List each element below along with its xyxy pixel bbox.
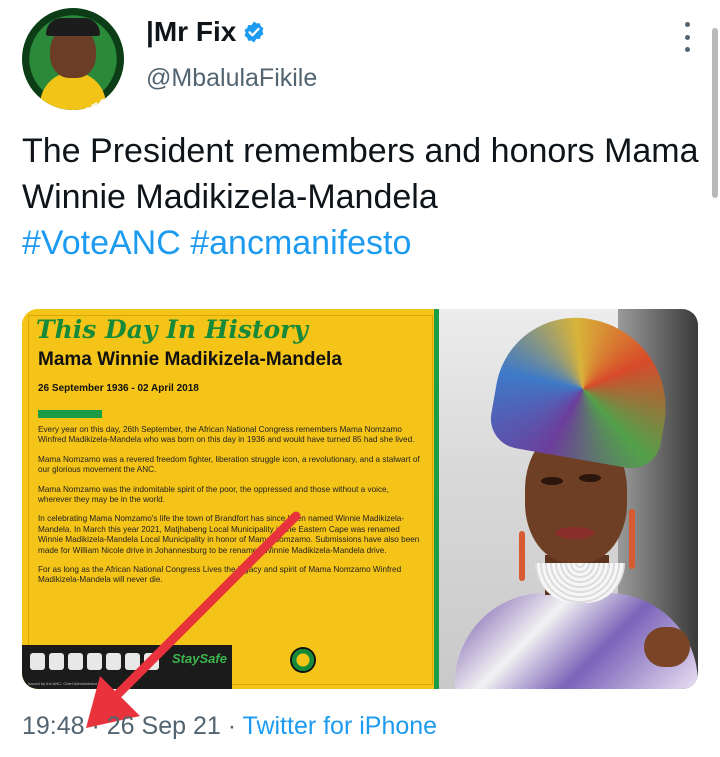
tweet-text: The President remembers and honors Mama … bbox=[22, 128, 712, 266]
portrait-photo bbox=[439, 309, 698, 689]
poster-name: Mama Winnie Madikizela-Mandela bbox=[38, 349, 342, 370]
meta-separator: · bbox=[84, 712, 107, 740]
anc-logo-icon bbox=[290, 647, 316, 673]
hashtag-voteanc[interactable]: #VoteANC bbox=[22, 224, 181, 262]
poster-paragraph: Mama Nomzamo was the indomitable spirit … bbox=[38, 484, 389, 505]
stay-safe-logo: StaySafe bbox=[172, 651, 227, 666]
poster-body: Every year on this day, 26th September, … bbox=[38, 425, 423, 595]
avatar-cap bbox=[46, 18, 100, 36]
poster-heading: This Day In History bbox=[36, 315, 308, 344]
tweet-media-image[interactable]: This Day In History Mama Winnie Madikize… bbox=[22, 309, 698, 689]
tweet-date[interactable]: 26 Sep 21 bbox=[107, 712, 221, 740]
poster-footer-note: Issued by the ANC. Chief Administrator bbox=[28, 681, 98, 686]
author-name-row[interactable]: |Mr Fix bbox=[146, 16, 266, 48]
author-handle[interactable]: @MbalulaFikile bbox=[146, 64, 317, 93]
poster-green-bar bbox=[38, 410, 102, 418]
poster-paragraph: Mama Nomzamo was a revered freedom fight… bbox=[38, 454, 420, 475]
avatar[interactable]: REGISTERED TO VOTE ANC bbox=[22, 8, 124, 110]
tweet-source-link[interactable]: Twitter for iPhone bbox=[243, 712, 438, 740]
poster-paragraph: In celebrating Mama Nomzamo's life the t… bbox=[38, 514, 420, 555]
hashtag-ancmanifesto[interactable]: #ancmanifesto bbox=[190, 224, 411, 262]
poster-panel: This Day In History Mama Winnie Madikize… bbox=[22, 309, 437, 689]
poster-paragraph: Every year on this day, 26th September, … bbox=[38, 425, 415, 445]
tweet-header: REGISTERED TO VOTE ANC |Mr Fix @MbalulaF… bbox=[22, 8, 698, 110]
verified-badge-icon bbox=[244, 21, 264, 43]
meta-separator: · bbox=[220, 712, 243, 740]
poster-paragraph: For as long as the African National Cong… bbox=[38, 565, 402, 585]
author-display-name[interactable]: |Mr Fix bbox=[146, 16, 236, 48]
tweet-time[interactable]: 19:48 bbox=[22, 712, 85, 740]
safety-icons bbox=[30, 653, 159, 670]
poster-dates: 26 September 1936 - 02 April 2018 bbox=[38, 383, 199, 394]
tweet-body: The President remembers and honors Mama … bbox=[22, 132, 699, 216]
scrollbar[interactable] bbox=[712, 28, 718, 198]
more-options-icon[interactable] bbox=[682, 22, 692, 52]
tweet-meta: 19:48 · 26 Sep 21 · Twitter for iPhone bbox=[22, 712, 437, 741]
